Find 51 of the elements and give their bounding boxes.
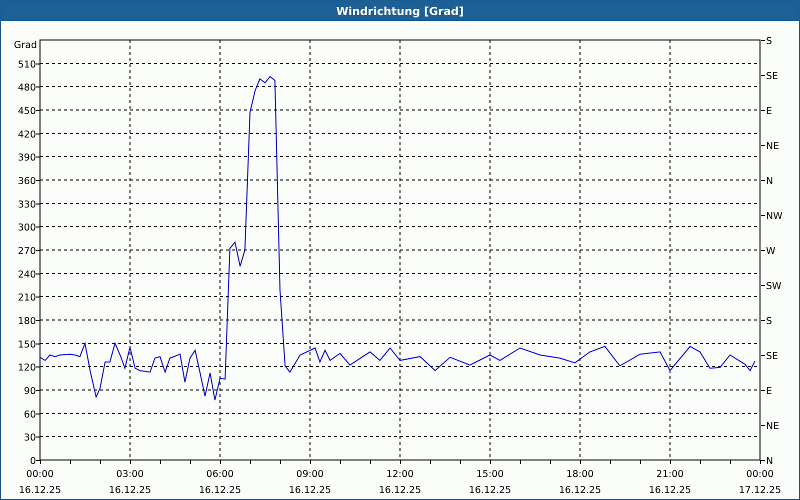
y-tick-label: 360 (18, 176, 36, 187)
compass-label: S (766, 36, 772, 47)
y-tick-label: 240 (18, 269, 36, 280)
y-tick-label: 180 (18, 316, 36, 327)
compass-label: NE (766, 421, 780, 432)
date-label: 16.12.25 (378, 485, 422, 496)
compass-label: S (766, 316, 772, 327)
compass-label: SE (766, 351, 778, 362)
y-tick-label: 510 (18, 59, 36, 70)
date-label: 17.12.25 (738, 485, 782, 496)
x-tick-label: 00:00 (26, 469, 54, 480)
x-tick-label: 12:00 (386, 469, 414, 480)
y-tick-label: 330 (18, 199, 36, 210)
y-tick-label: 450 (18, 106, 36, 117)
x-tick-label: 09:00 (296, 469, 324, 480)
x-tick-label: 15:00 (476, 469, 504, 480)
x-tick-label: 18:00 (566, 469, 594, 480)
date-label: 16.12.25 (108, 485, 152, 496)
y-tick-label: 210 (18, 292, 36, 304)
date-label: 16.12.25 (648, 485, 692, 496)
compass-label: E (766, 106, 772, 117)
compass-label: W (766, 246, 776, 257)
compass-label: N (766, 176, 774, 187)
y-tick-label: 120 (18, 362, 36, 374)
date-label: 16.12.25 (18, 485, 62, 496)
date-label: 16.12.25 (558, 485, 602, 496)
date-label: 16.12.25 (198, 485, 242, 496)
y-tick-label: 0 (30, 456, 36, 467)
compass-label: NW (766, 211, 782, 222)
x-tick-label: 21:00 (656, 469, 684, 480)
compass-label: NE (766, 141, 780, 152)
date-label: 16.12.25 (288, 485, 332, 496)
y-tick-label: 390 (18, 152, 36, 164)
compass-label: N (766, 456, 774, 467)
window-title: Windrichtung [Grad] (336, 4, 464, 18)
date-label: 16.12.25 (468, 485, 512, 496)
y-axis-title: Grad (14, 40, 37, 51)
compass-label: SW (766, 281, 782, 292)
y-tick-label: 30 (24, 432, 36, 444)
x-tick-label: 00:00 (746, 469, 774, 480)
y-tick-label: 90 (24, 386, 36, 397)
y-tick-label: 420 (18, 129, 36, 140)
y-tick-label: 60 (24, 409, 36, 420)
x-tick-label: 06:00 (206, 469, 234, 480)
compass-label: E (766, 386, 772, 397)
y-tick-label: 150 (18, 339, 36, 350)
y-tick-label: 300 (18, 222, 36, 234)
y-tick-label: 480 (18, 82, 36, 94)
y-tick-label: 270 (18, 246, 36, 257)
x-tick-label: 03:00 (116, 469, 144, 480)
compass-label: SE (766, 71, 778, 82)
